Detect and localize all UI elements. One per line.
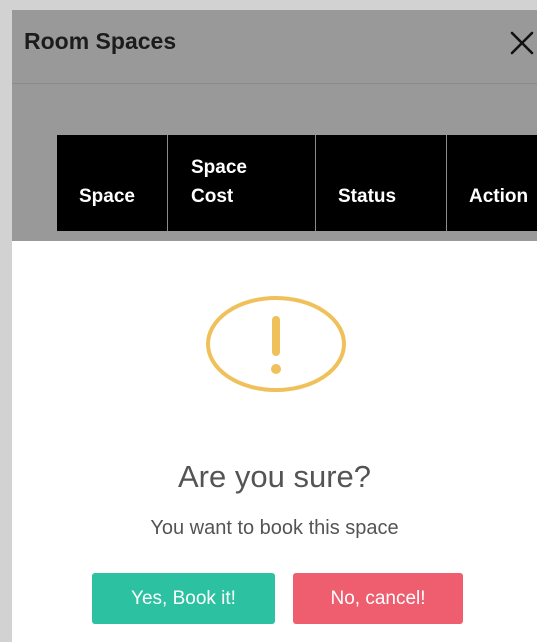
modal-title: Room Spaces bbox=[24, 28, 177, 54]
cancel-button[interactable]: No, cancel! bbox=[293, 573, 463, 624]
warning-icon bbox=[206, 296, 346, 392]
confirm-dialog: Are you sure? You want to book this spac… bbox=[12, 241, 537, 642]
modal-backdrop-region: Room Spaces Space Space Cost Status Acti… bbox=[12, 10, 537, 241]
confirm-book-button[interactable]: Yes, Book it! bbox=[92, 573, 275, 624]
column-header-space-cost: Space Cost bbox=[168, 135, 316, 231]
column-header-status: Status bbox=[316, 135, 447, 231]
dialog-message: You want to book this space bbox=[150, 517, 399, 539]
spaces-table-header: Space Space Cost Status Action bbox=[57, 135, 537, 231]
column-header-space: Space bbox=[57, 135, 168, 231]
close-icon[interactable] bbox=[509, 30, 535, 56]
header-divider bbox=[12, 83, 537, 84]
room-spaces-modal: Room Spaces Space Space Cost Status Acti… bbox=[12, 10, 537, 642]
column-header-action: Action bbox=[469, 186, 529, 207]
dialog-title: Are you sure? bbox=[178, 459, 371, 494]
